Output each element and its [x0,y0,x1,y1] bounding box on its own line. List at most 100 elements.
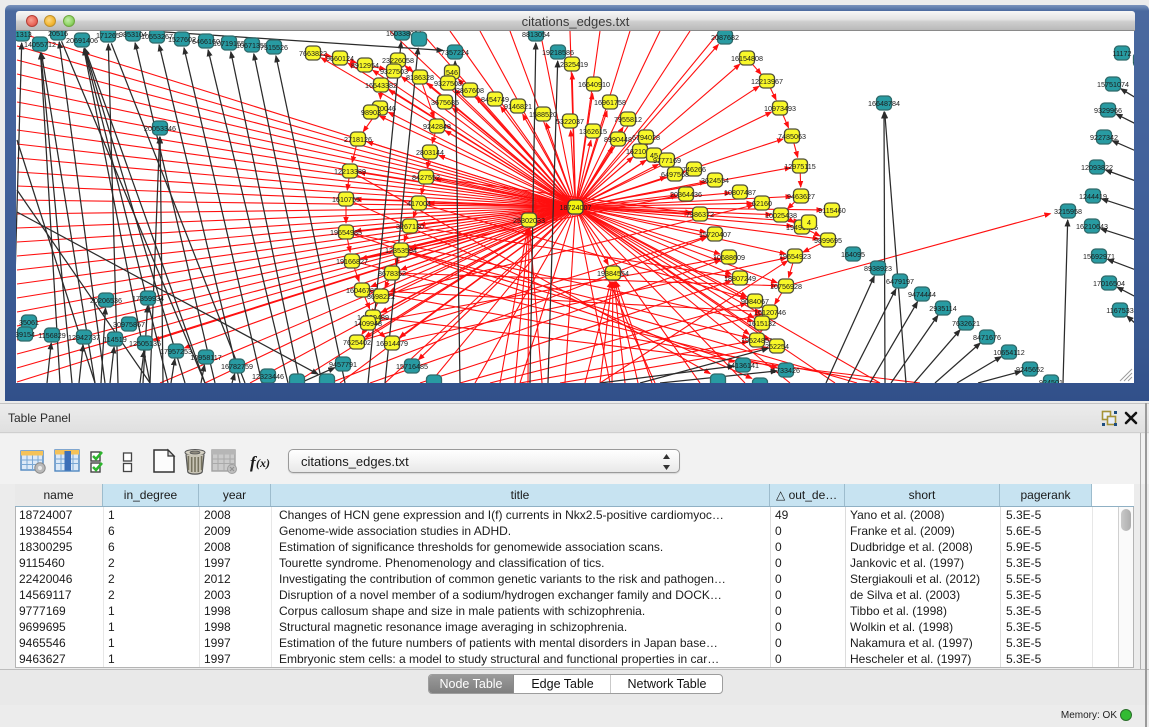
svg-text:9329966: 9329966 [1094,106,1122,115]
svg-text:15720407: 15720407 [699,230,731,239]
svg-text:9899695: 9899695 [814,236,842,245]
svg-text:6794028: 6794028 [632,133,660,142]
svg-text:1610755: 1610755 [332,195,360,204]
svg-text:39154: 39154 [16,330,35,339]
svg-text:9457791: 9457791 [329,360,357,369]
svg-text:2803144: 2803144 [416,148,444,157]
svg-text:114519: 114519 [103,335,126,344]
svg-text:7632621: 7632621 [952,319,980,328]
svg-text:10973493: 10973493 [764,104,796,113]
svg-text:1244419: 1244419 [1079,192,1107,201]
svg-text:1615132: 1615132 [748,319,776,328]
svg-text:9084067: 9084067 [741,297,769,306]
svg-text:1156829: 1156829 [38,331,65,340]
svg-text:1588520: 1588520 [529,110,557,119]
svg-text:16648784: 16648784 [868,99,900,108]
svg-text:1362615: 1362615 [579,127,607,136]
svg-text:17016504: 17016504 [1093,279,1125,288]
svg-text:3624554: 3624554 [701,176,729,185]
svg-text:9474444: 9474444 [908,290,936,299]
svg-text:20206536: 20206536 [90,296,122,305]
svg-text:(x): (x) [256,456,270,470]
svg-text:15692971: 15692971 [1083,252,1115,261]
svg-text:1409948: 1409948 [354,319,382,328]
svg-text:16782759: 16782759 [221,362,253,371]
svg-text:5322037: 5322037 [556,117,584,126]
svg-text:98903: 98903 [361,108,381,117]
svg-text:2867608: 2867608 [456,86,484,95]
svg-text:25302033: 25302033 [513,216,545,225]
svg-text:30975867: 30975867 [113,320,145,329]
svg-text:14055712: 14055712 [24,40,56,49]
svg-text:20364436: 20364436 [670,190,702,199]
svg-text:8813054: 8813054 [522,31,550,39]
svg-text:2935114: 2935114 [929,304,956,313]
svg-text:164095: 164095 [841,250,865,259]
svg-text:8186328: 8186328 [406,73,434,82]
svg-text:9227342: 9227342 [1090,133,1118,142]
svg-text:1575: 1575 [1133,56,1134,65]
svg-text:9146821: 9146821 [504,102,532,111]
svg-text:2087682: 2087682 [711,33,739,42]
svg-text:8912954: 8912954 [351,61,379,70]
svg-text:16961758: 16961758 [594,98,626,107]
svg-text:12213967: 12213967 [751,77,783,86]
svg-text:15716485: 15716485 [396,362,428,371]
svg-text:18724007: 18724007 [560,203,592,212]
svg-text:417004: 417004 [407,199,431,208]
svg-text:10025438: 10025438 [765,211,797,220]
svg-text:20516: 20516 [48,31,68,38]
svg-text:4: 4 [807,218,811,227]
svg-text:10958117: 10958117 [190,353,221,362]
svg-text:3215958: 3215958 [1054,207,1082,216]
svg-text:8471676: 8471676 [973,333,1001,342]
svg-text:9242848: 9242848 [423,122,451,131]
svg-text:8938923: 8938923 [864,264,892,273]
svg-text:9245652: 9245652 [1016,365,1044,374]
svg-text:3698222: 3698222 [367,292,395,301]
svg-text:9463627: 9463627 [787,192,815,201]
svg-text:3267130: 3267130 [396,222,424,231]
svg-text:12323446: 12323446 [252,372,284,381]
svg-text:19654985: 19654985 [330,228,362,237]
svg-text:252254: 252254 [765,342,789,351]
svg-text:9777169: 9777169 [653,156,681,165]
svg-text:10756928: 10756928 [770,282,802,291]
svg-text:19166827: 19166827 [336,257,368,266]
svg-text:8990448: 8990448 [604,135,632,144]
svg-text:924501: 924501 [1039,378,1063,383]
svg-text:7386372: 7386372 [686,210,714,219]
svg-text:20691406: 20691406 [66,36,98,45]
svg-text:35061: 35061 [19,318,39,327]
svg-text:16210643: 16210643 [1076,222,1108,231]
svg-text:62160: 62160 [752,199,772,208]
svg-text:7515526: 7515526 [260,43,288,52]
svg-text:18807249: 18807249 [724,274,756,283]
svg-text:17957253: 17957253 [160,347,192,356]
svg-text:7625402: 7625402 [343,338,371,347]
svg-text:16154808: 16154808 [731,54,763,63]
svg-text:16640910: 16640910 [578,80,610,89]
svg-text:11313: 11313 [16,31,32,39]
svg-text:10688609: 10688609 [713,253,745,262]
svg-text:12325419: 12325419 [556,60,588,69]
svg-text:7955812: 7955812 [614,115,642,124]
svg-text:12975115: 12975115 [784,162,815,171]
svg-text:16914479: 16914479 [376,339,408,348]
svg-text:16543382: 16543382 [365,81,397,90]
svg-text:3675685: 3675685 [431,98,459,107]
svg-text:14136141: 14136141 [727,361,759,370]
svg-text:1733426: 1733426 [772,366,800,375]
svg-text:1167533: 1167533 [1106,306,1133,315]
svg-text:20053346: 20053346 [144,124,176,133]
svg-text:12505135: 12505135 [129,339,161,348]
svg-text:11172: 11172 [1113,49,1132,58]
svg-text:171265: 171265 [96,31,120,40]
svg-text:9660124: 9660124 [326,54,354,63]
svg-text:12942737: 12942737 [68,333,100,342]
svg-text:8678352: 8678352 [378,269,406,278]
svg-text:19218586: 19218586 [542,48,574,57]
svg-text:17359934: 17359934 [132,294,164,303]
svg-text:8427552: 8427552 [412,173,440,182]
svg-text:19384554: 19384554 [597,269,629,278]
